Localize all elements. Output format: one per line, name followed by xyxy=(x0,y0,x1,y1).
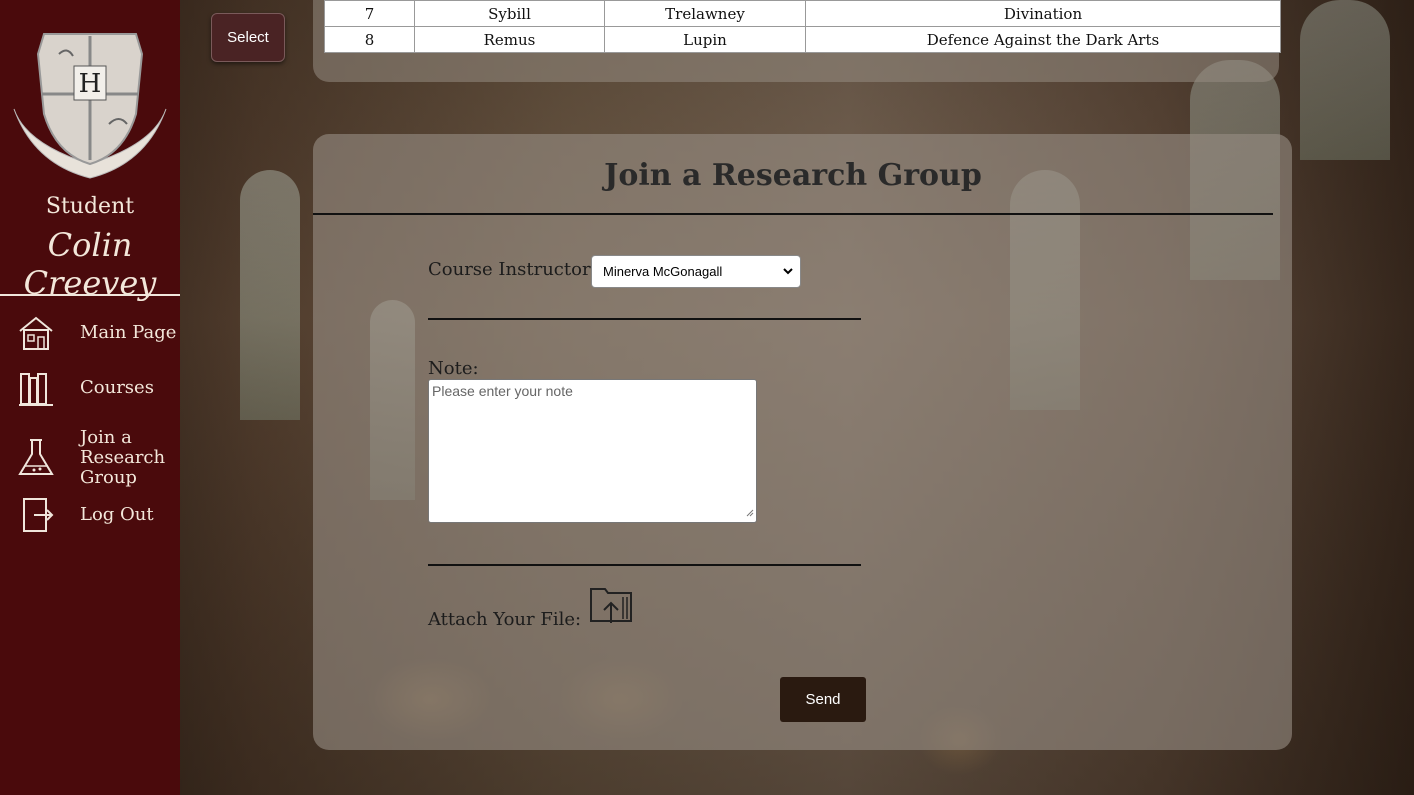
books-icon xyxy=(14,366,58,410)
form-divider xyxy=(428,564,861,566)
resize-grip-icon[interactable] xyxy=(746,504,754,520)
sidebar-item-label: Main Page xyxy=(80,322,177,343)
table-cell-number: 7 xyxy=(324,0,415,27)
form-divider xyxy=(428,318,861,320)
svg-text:H: H xyxy=(79,69,102,99)
note-textarea[interactable]: Please enter your note xyxy=(428,379,757,523)
page-title: Join a Research Group xyxy=(604,158,982,193)
note-label: Note: xyxy=(428,358,479,379)
sidebar-item-label: Join a Research Group xyxy=(80,427,166,488)
select-button[interactable]: Select xyxy=(211,13,285,62)
title-divider xyxy=(313,213,1273,215)
table-cell-first-name: Sybill xyxy=(414,0,605,27)
sidebar-item-log-out[interactable]: Log Out xyxy=(0,493,180,537)
sidebar-item-label: Log Out xyxy=(80,504,154,525)
attach-label: Attach Your File: xyxy=(428,609,582,630)
table-cell-course: Divination xyxy=(805,0,1281,27)
sidebar: H Student Colin Creevey Main Page Course… xyxy=(0,0,180,795)
note-placeholder: Please enter your note xyxy=(432,383,573,399)
table-cell-number: 8 xyxy=(324,26,415,53)
logout-icon xyxy=(14,493,58,537)
instructor-table: 7 Sybill Trelawney Divination 8 Remus Lu… xyxy=(324,0,1281,53)
table-cell-last-name: Trelawney xyxy=(604,0,806,27)
table-row[interactable]: 8 Remus Lupin Defence Against the Dark A… xyxy=(324,26,1281,53)
house-icon xyxy=(14,311,58,355)
sidebar-item-join-research-group[interactable]: Join a Research Group xyxy=(0,428,180,488)
sidebar-item-label: Courses xyxy=(80,377,154,398)
user-name: Colin Creevey xyxy=(23,226,157,302)
sidebar-divider xyxy=(0,294,180,296)
sidebar-item-courses[interactable]: Courses xyxy=(0,366,180,410)
instructor-select-value: Minerva McGonagall xyxy=(603,264,723,279)
flask-icon xyxy=(14,436,58,480)
table-row[interactable]: 7 Sybill Trelawney Divination xyxy=(324,0,1281,27)
user-role: Student xyxy=(45,194,135,219)
send-button[interactable]: Send xyxy=(780,677,866,722)
upload-file-icon[interactable] xyxy=(589,585,635,625)
table-cell-course: Defence Against the Dark Arts xyxy=(805,26,1281,53)
instructor-select[interactable]: Minerva McGonagall xyxy=(591,255,801,288)
chevron-down-icon xyxy=(782,264,794,281)
table-cell-first-name: Remus xyxy=(414,26,605,53)
sidebar-item-main-page[interactable]: Main Page xyxy=(0,311,180,355)
hogwarts-crest-logo: H xyxy=(13,33,167,179)
table-cell-last-name: Lupin xyxy=(604,26,806,53)
instructor-label: Course Instructor: xyxy=(428,259,597,280)
